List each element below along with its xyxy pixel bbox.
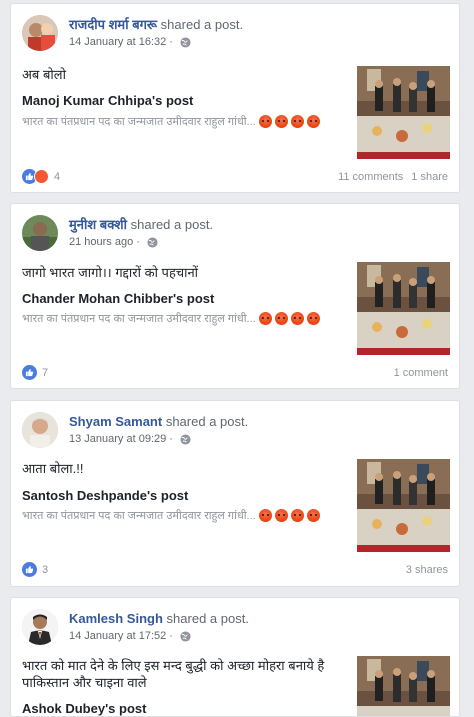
angry-emoji-icon [306,509,320,522]
shared-post-image[interactable] [357,66,450,159]
separator: · [169,433,173,445]
shared-post-excerpt: भारत का पंतप्रधान पद का जन्मजात उमीदवार … [22,508,320,523]
post-text: जागो भारत जागो।। गद्दारों को पहचानों [22,265,199,280]
shared-post-image[interactable] [357,459,450,552]
reaction-count: 7 [42,366,49,379]
separator: · [169,630,173,642]
angry-emoji-icon [258,115,272,128]
like-icon [22,365,37,380]
excerpt-text: भारत का पंतप्रधान पद का जन्मजात उमीदवार … [22,313,256,325]
reaction-count: 4 [54,170,61,183]
separator: · [136,236,140,248]
angry-emoji-icon [258,312,272,325]
post-action: shared a post. [130,217,214,232]
avatar[interactable] [22,215,58,251]
reactions-summary[interactable]: 7 [22,365,48,380]
post-action: shared a post. [166,611,249,626]
reactions-summary[interactable]: 4 [22,169,60,184]
reaction-count: 3 [42,563,49,576]
shares-count[interactable]: 1 share [411,171,448,183]
post-card: राजदीप शर्मा बगरू shared a post. 14 Janu… [10,3,460,193]
globe-icon [180,434,191,445]
angry-emoji-icon [274,312,288,325]
angry-emoji-icon [290,312,304,325]
shared-post-title[interactable]: Manoj Kumar Chhipa's post [22,93,193,108]
shares-count[interactable]: 3 shares [406,564,448,576]
comments-count[interactable]: 11 comments [338,171,403,183]
shared-post-image[interactable] [357,656,450,716]
shared-post-excerpt: भारत का पंतप्रधान पद का जन्मजात उमीदवार … [22,311,320,326]
excerpt-text: भारत का पंतप्रधान पद का जन्मजात उमीदवार … [22,116,256,128]
author-name[interactable]: Shyam Samant [69,414,162,429]
post-card: मुनीश बक्शी shared a post. 21 hours ago … [10,203,460,389]
excerpt-text: भारत का पंतप्रधान पद का जन्मजात उमीदवार … [22,510,256,522]
angry-emoji-icon [306,312,320,325]
shared-post-excerpt: भारत का पंतप्रधान पद का जन्मजात उमीदवार … [22,114,320,129]
post-action: shared a post. [160,17,244,32]
comments-count[interactable]: 1 comment [394,367,448,379]
angry-emoji-icon [290,509,304,522]
avatar[interactable] [22,15,58,51]
post-action: shared a post. [165,414,249,429]
angry-emoji-icon [274,115,288,128]
separator: · [169,36,173,48]
shared-post-image[interactable] [357,262,450,355]
globe-icon [180,631,191,642]
post-card: Shyam Samant shared a post. 13 January a… [10,400,460,587]
shared-post-title[interactable]: Ashok Dubey's post [22,701,146,716]
post-card: Kamlesh Singh shared a post. 14 January … [10,597,460,717]
timestamp[interactable]: 13 January at 09:29 [69,433,166,446]
angry-emoji-icon [290,115,304,128]
angry-emoji-icon [274,509,288,522]
avatar[interactable] [22,412,58,448]
author-name[interactable]: मुनीश बक्शी [69,217,127,232]
post-text: अब बोलो [22,67,66,82]
reactions-summary[interactable]: 3 [22,562,48,577]
timestamp[interactable]: 21 hours ago [69,236,133,249]
angry-emoji-icon [306,115,320,128]
timestamp[interactable]: 14 January at 16:32 [69,36,166,49]
author-name[interactable]: Kamlesh Singh [69,611,163,626]
globe-icon [180,37,191,48]
avatar[interactable] [22,609,58,645]
shared-post-title[interactable]: Santosh Deshpande's post [22,488,188,503]
post-text: भारत को मात देने के लिए इस मन्द बुद्धी क… [22,658,325,690]
like-icon [22,562,37,577]
author-name[interactable]: राजदीप शर्मा बगरू [69,17,157,32]
timestamp[interactable]: 14 January at 17:52 [69,630,166,643]
shared-post-title[interactable]: Chander Mohan Chibber's post [22,291,214,306]
globe-icon [147,237,158,248]
post-text: आता बोला.!! [22,461,84,476]
angry-icon [34,169,49,184]
angry-emoji-icon [258,509,272,522]
